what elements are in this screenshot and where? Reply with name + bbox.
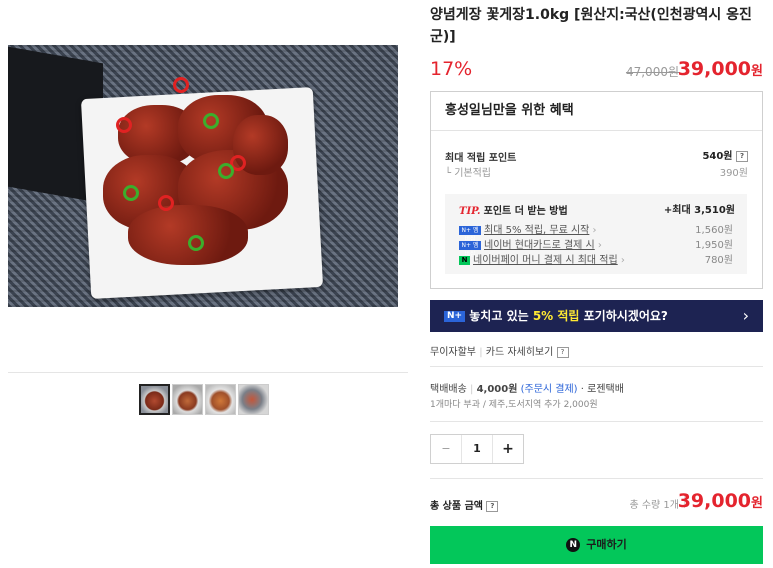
total-price-unit: 원: [751, 496, 763, 511]
discount-rate: 17%: [430, 58, 473, 80]
sale-price: 39,000원: [678, 58, 763, 80]
base-points-value: 390원: [719, 168, 748, 179]
quantity-plus-button[interactable]: +: [492, 435, 523, 463]
shipping-fee: 4,000원: [476, 384, 518, 395]
sale-price-value: 39,000: [677, 58, 752, 80]
max-points-value: 540원: [702, 151, 733, 162]
quantity-input[interactable]: 1: [462, 435, 492, 463]
thumbnail-2[interactable]: [172, 384, 203, 415]
total-price: 39,000원: [678, 490, 763, 512]
original-price: 47,000원: [625, 65, 679, 79]
total-help-icon[interactable]: ?: [486, 500, 499, 512]
shipping-fee-note: (주문시 결제): [520, 384, 578, 395]
banner-text-after: 포기하시겠어요?: [579, 309, 668, 323]
chevron-right-icon: ›: [594, 240, 602, 251]
thumbnail-3[interactable]: [205, 384, 236, 415]
thumbnail-1[interactable]: [139, 384, 170, 415]
section-divider: [430, 478, 763, 479]
quantity-stepper: − 1 +: [430, 434, 524, 464]
naver-n-icon: N: [566, 538, 581, 552]
total-price-value: 39,000: [677, 490, 752, 512]
tip-row-1-label[interactable]: 최대 5% 적립, 무료 시작: [484, 225, 589, 236]
green-pepper-slice: [203, 113, 219, 129]
tip-box: TIP. 포인트 더 받는 방법 +최대 3,510원 N+ 멤버십최대 5% …: [445, 194, 747, 274]
tip-heading: TIP. 포인트 더 받는 방법: [459, 202, 568, 217]
chili-slice: [173, 77, 189, 93]
naver-plus-badge: N+ 멤버십: [459, 225, 481, 243]
green-pepper-slice: [123, 185, 139, 201]
base-points-row: └ 기본적립: [445, 168, 492, 179]
buy-button[interactable]: N 구매하기: [430, 526, 763, 564]
chili-slice: [158, 195, 174, 211]
chevron-right-icon: ›: [742, 306, 749, 325]
section-divider: [430, 421, 763, 422]
membership-banner[interactable]: N+ 놓치고 있는 5% 적립 포기하시겠어요? ›: [430, 300, 763, 332]
quantity-minus-button[interactable]: −: [431, 435, 462, 463]
naver-plus-icon: N+: [444, 311, 466, 322]
product-main-image[interactable]: [8, 45, 398, 307]
shipping-note: 1개마다 부과 / 제주,도서지역 추가 2,000원: [430, 400, 598, 410]
benefit-panel: 홍성일님만을 위한 혜택 최대 적립 포인트 540원 ? └ 기본적립 390…: [430, 91, 763, 289]
max-points-label: 최대 적립 포인트: [445, 153, 517, 164]
sale-price-unit: 원: [751, 64, 763, 79]
total-row: 총 상품 금액 ? 총 수량 1개 39,000원: [430, 490, 763, 518]
max-points-help-icon[interactable]: ?: [736, 150, 748, 162]
price-row: 17% 47,000원 39,000원: [430, 58, 763, 84]
tip-row-2-value: 1,950원: [695, 240, 733, 251]
shipping-row: 택배배송 | 4,000원 (주문시 결제) · 로젠택배: [430, 380, 624, 395]
base-points-label: 기본적립: [454, 168, 492, 179]
tip-row-3-value: 780원: [704, 255, 733, 266]
chevron-right-icon: ›: [589, 225, 597, 236]
tip-row-1[interactable]: N+ 멤버십최대 5% 적립, 무료 시작 ›: [459, 221, 597, 243]
naver-plus-badge: N+ 멤버십: [459, 240, 481, 258]
total-count: 총 수량 1개: [629, 500, 679, 511]
chevron-right-icon: ›: [617, 255, 625, 266]
tip-row-2[interactable]: N+ 멤버십네이버 현대카드로 결제 시 ›: [459, 236, 602, 258]
green-pepper-slice: [188, 235, 204, 251]
thumbnail-strip: [139, 384, 269, 415]
shipping-carrier: 로젠택배: [587, 384, 624, 395]
naver-pay-badge: N: [459, 255, 470, 265]
section-divider: [430, 366, 763, 367]
product-gallery: [0, 0, 414, 568]
max-points: 540원 ?: [702, 147, 748, 162]
tip-row-3[interactable]: N 네이버페이 머니 결제 시 최대 적립 ›: [459, 251, 625, 266]
tip-row-1-value: 1,560원: [695, 225, 733, 236]
gallery-divider: [8, 372, 408, 373]
banner-text-before: 놓치고 있는: [469, 309, 533, 323]
tip-text: 포인트 더 받는 방법: [483, 206, 568, 217]
shipping-method: 택배배송: [430, 384, 467, 395]
banner-highlight: 5% 적립: [532, 309, 580, 323]
tip-row-3-label[interactable]: 네이버페이 머니 결제 시 최대 적립: [473, 255, 618, 266]
chili-slice: [116, 117, 132, 133]
tip-max: +최대 3,510원: [663, 205, 735, 216]
product-title: 양념게장 꽃게장1.0kg [원산지:국산(인천광역시 옹진군)]: [430, 7, 752, 45]
tip-row-2-label[interactable]: 네이버 현대카드로 결제 시: [484, 240, 595, 251]
green-pepper-slice: [218, 163, 234, 179]
total-label-wrap: 총 상품 금액 ?: [430, 497, 499, 512]
card-detail-link[interactable]: 카드 자세히보기: [486, 347, 554, 358]
tip-label: TIP.: [459, 206, 481, 217]
card-help-icon[interactable]: ?: [556, 346, 569, 358]
crab-piece: [128, 205, 248, 265]
payment-row: 무이자할부 | 카드 자세히보기 ?: [430, 343, 569, 358]
buy-label: 구매하기: [586, 538, 627, 551]
thumbnail-4[interactable]: [238, 384, 269, 415]
benefit-heading: 홍성일님만을 위한 혜택: [431, 92, 762, 131]
total-label: 총 상품 금액: [430, 501, 483, 512]
installment-label: 무이자할부: [430, 347, 476, 358]
